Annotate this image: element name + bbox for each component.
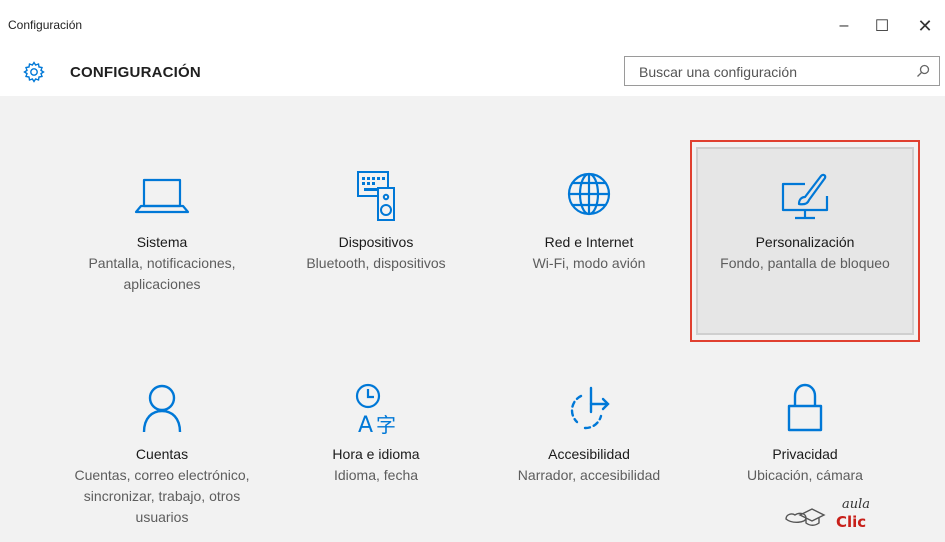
gear-icon — [23, 61, 45, 83]
tile-description: Wi-Fi, modo avión — [532, 255, 646, 271]
search-icon[interactable] — [915, 63, 931, 79]
tile-name: Sistema — [136, 234, 188, 250]
tile-name: Red e Internet — [544, 234, 634, 250]
tile-accesibilidad[interactable]: Accesibilidad Narrador, accesibilidad — [489, 378, 689, 486]
svg-text:字: 字 — [376, 413, 396, 437]
tile-name: Personalización — [755, 234, 855, 250]
tile-description: Bluetooth, dispositivos — [306, 255, 446, 271]
tile-red-internet[interactable]: Red e Internet Wi-Fi, modo avión — [489, 166, 689, 274]
lock-icon — [787, 383, 823, 432]
minimize-button[interactable]: – — [832, 14, 856, 38]
search-input[interactable] — [637, 63, 901, 81]
tile-hora-idioma[interactable]: A 字 Hora e idioma Idioma, fecha — [276, 378, 476, 486]
title-bar: Configuración – ☐ ✕ — [0, 0, 945, 48]
tile-sistema[interactable]: Sistema Pantalla, notificaciones, aplica… — [62, 166, 262, 295]
logo-text-bottom: Clic — [836, 513, 866, 531]
tile-name: Privacidad — [772, 446, 838, 462]
tile-description: Ubicación, cámara — [747, 467, 863, 483]
tile-personalizacion[interactable]: Personalización Fondo, pantalla de bloqu… — [705, 166, 905, 274]
laptop-icon — [134, 178, 190, 214]
close-button[interactable]: ✕ — [913, 14, 937, 38]
search-box[interactable] — [624, 56, 940, 86]
logo-text-top: aula — [842, 497, 870, 512]
tile-name: Cuentas — [135, 446, 189, 462]
tile-privacidad[interactable]: Privacidad Ubicación, cámara — [705, 378, 905, 486]
maximize-button[interactable]: ☐ — [870, 14, 894, 38]
globe-icon — [567, 172, 611, 216]
tile-dispositivos[interactable]: Dispositivos Bluetooth, dispositivos — [276, 166, 476, 274]
tile-name: Accesibilidad — [548, 446, 630, 462]
clock-language-icon: A 字 — [355, 383, 396, 438]
window-title: Configuración — [8, 18, 83, 32]
tile-description: Narrador, accesibilidad — [517, 467, 661, 483]
paintbrush-monitor-icon — [781, 173, 829, 220]
tile-description: Fondo, pantalla de bloqueo — [720, 255, 890, 271]
tile-description: Pantalla, notificaciones, aplicaciones — [88, 255, 236, 292]
accessibility-icon — [570, 386, 610, 430]
svg-text:A: A — [358, 413, 373, 438]
person-icon — [142, 384, 182, 433]
tile-cuentas[interactable]: Cuentas Cuentas, correo electrónico, sin… — [62, 378, 262, 528]
devices-icon — [357, 171, 395, 221]
settings-window: Configuración – ☐ ✕ CONFIGURACIÓN Buscar… — [0, 0, 945, 542]
tile-description: Idioma, fecha — [333, 467, 419, 483]
tile-name: Dispositivos — [338, 234, 414, 250]
tile-name: Hora e idioma — [332, 446, 420, 462]
aulaclic-logo: aula Clic — [785, 497, 870, 531]
page-title: CONFIGURACIÓN — [70, 64, 201, 81]
tile-description: Cuentas, correo electrónico, sincronizar… — [74, 467, 250, 525]
